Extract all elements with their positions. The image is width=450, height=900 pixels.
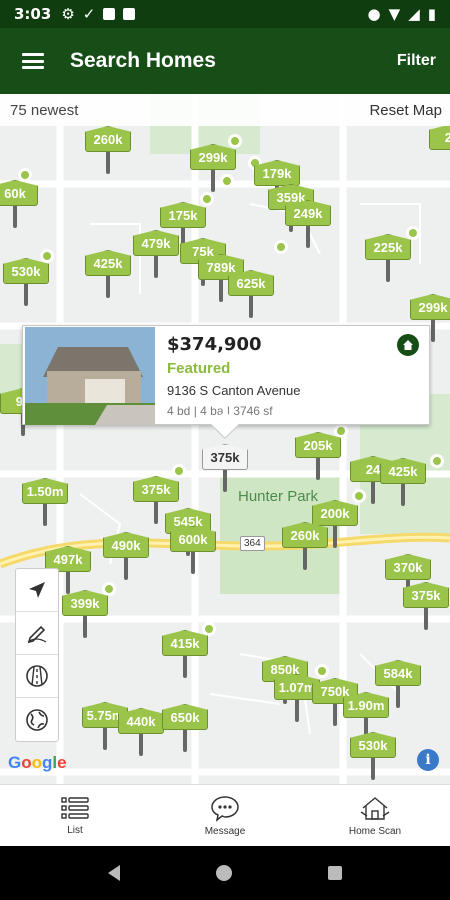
bottom-nav: List Message Home Scan — [0, 784, 450, 846]
park-label: Hunter Park — [238, 488, 319, 505]
recents-icon[interactable] — [328, 866, 342, 880]
reset-map-button[interactable]: Reset Map — [369, 102, 442, 119]
app-bar: Search Homes Filter — [0, 28, 450, 94]
back-icon[interactable] — [108, 865, 120, 881]
price-pin[interactable]: 375k — [403, 582, 449, 632]
featured-tag: Featured — [167, 360, 231, 377]
price-pin[interactable]: 425k — [380, 458, 426, 508]
nav-message-label: Message — [204, 826, 246, 837]
price-pin[interactable]: 299k — [190, 144, 236, 194]
globe-icon — [26, 708, 48, 731]
status-bar: 3:03 ⚙ ✓ ● ▼ ◢ ▮ — [0, 0, 450, 28]
results-count: 75 newest — [10, 101, 79, 119]
system-nav-bar — [0, 846, 450, 900]
road-number-label: 364 — [240, 536, 265, 551]
news-icon — [123, 8, 136, 20]
message-icon — [211, 796, 239, 822]
location-icon: ● — [367, 5, 381, 23]
map-info-icon[interactable]: i — [417, 749, 439, 771]
sd-card-icon — [103, 8, 116, 20]
price-pin[interactable]: 440k — [118, 708, 164, 758]
price-pin[interactable]: 205k — [295, 432, 341, 482]
price-pin[interactable]: 249k — [285, 200, 331, 250]
price-pin[interactable]: 22 — [429, 124, 450, 174]
app-root: 3:03 ⚙ ✓ ● ▼ ◢ ▮ Search Homes Filter Hun… — [0, 0, 450, 900]
price-pin[interactable]: 415k — [162, 630, 208, 680]
map-tools — [15, 568, 59, 742]
navigation-arrow-icon — [29, 582, 45, 598]
signal-icon: ◢ — [408, 5, 420, 23]
locate-button[interactable] — [16, 569, 58, 612]
nav-message[interactable]: Message — [150, 785, 300, 846]
filter-button[interactable]: Filter — [397, 52, 436, 70]
status-icons: ⚙ ✓ — [61, 5, 136, 23]
price-pin[interactable]: 399k — [62, 590, 108, 640]
home-scan-icon — [360, 797, 390, 820]
home-icon[interactable] — [216, 865, 232, 881]
price-pin[interactable]: 260k — [282, 522, 328, 572]
listing-info: $374,900 Featured 9136 S Canton Avenue 4… — [155, 326, 429, 424]
draw-button[interactable] — [16, 612, 58, 655]
settings-icon: ⚙ — [61, 5, 75, 23]
listing-address: 9136 S Canton Avenue — [167, 383, 301, 398]
price-pin[interactable]: 479k — [133, 230, 179, 280]
price-pin[interactable]: 225k — [365, 234, 411, 284]
price-pin[interactable]: 530k — [350, 732, 396, 782]
nav-home-scan[interactable]: Home Scan — [300, 785, 450, 846]
page-title: Search Homes — [70, 49, 216, 72]
price-pin[interactable]: 625k — [228, 270, 274, 320]
list-icon — [61, 797, 89, 819]
download-done-icon: ✓ — [82, 5, 96, 23]
map-view-button[interactable] — [16, 655, 58, 698]
selected-price-pin[interactable]: 375k — [202, 444, 248, 494]
price-pin[interactable]: 425k — [85, 250, 131, 300]
status-time: 3:03 — [14, 5, 52, 23]
map-view[interactable]: Hunter Park 364 260k 299k 179k 359k 60k … — [0, 94, 450, 784]
road-icon — [26, 665, 48, 687]
google-logo: Google — [8, 753, 67, 772]
pencil-icon — [27, 625, 47, 644]
listing-specs: 4 bd | 4 ba | 3746 sf — [167, 404, 273, 418]
price-pin[interactable]: 650k — [162, 704, 208, 754]
featured-listing-card[interactable]: $374,900 Featured 9136 S Canton Avenue 4… — [22, 325, 430, 440]
wifi-icon: ▼ — [388, 5, 401, 23]
listing-price: $374,900 — [167, 334, 262, 355]
home-badge-icon — [397, 334, 419, 356]
price-pin[interactable]: 530k — [3, 258, 49, 308]
listing-photo — [25, 327, 155, 425]
nav-list-label: List — [67, 825, 83, 836]
price-pin[interactable]: 60k — [0, 180, 38, 230]
price-pin[interactable]: 1.50m — [22, 478, 68, 528]
price-pin[interactable]: 490k — [103, 532, 149, 582]
nav-list[interactable]: List — [0, 785, 150, 846]
battery-icon: ▮ — [427, 5, 436, 23]
price-pin[interactable]: 600k — [170, 526, 216, 576]
nav-home-scan-label: Home Scan — [348, 826, 402, 837]
results-bar: 75 newest Reset Map — [0, 94, 450, 126]
satellite-view-button[interactable] — [16, 698, 58, 741]
price-pin[interactable]: 260k — [85, 126, 131, 176]
hamburger-menu-icon[interactable] — [22, 53, 44, 69]
map-cluster-dot[interactable] — [430, 454, 444, 468]
